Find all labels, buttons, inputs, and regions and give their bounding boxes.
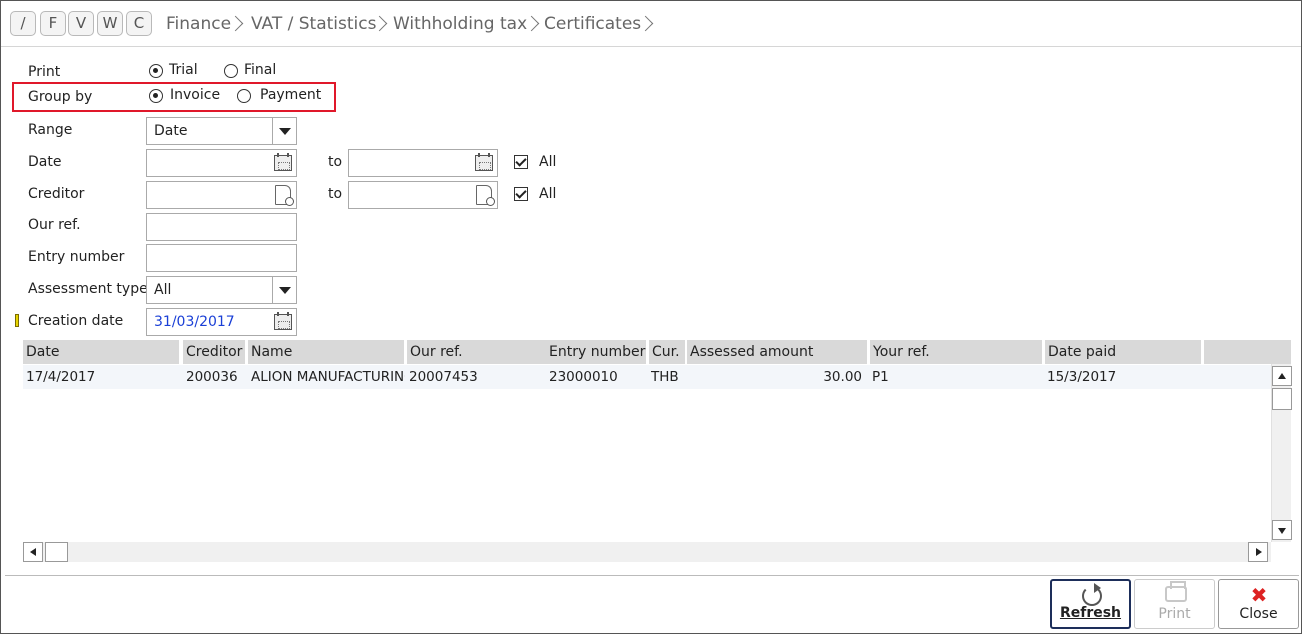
cell-date: 17/4/2017 [26,369,96,385]
top-bar: / F V W C Finance VAT / Statistics Withh… [1,1,1301,47]
print-final-label[interactable]: Final [244,62,276,78]
footer-divider [5,575,1299,576]
date-label: Date [28,154,62,170]
calendar-icon[interactable] [475,153,493,171]
scroll-right-icon[interactable] [1248,542,1268,562]
column-header-assessed-amount[interactable]: Assessed amount [687,340,867,364]
breadcrumb-vat-statistics[interactable]: VAT / Statistics [251,13,376,35]
window: / F V W C Finance VAT / Statistics Withh… [0,0,1302,634]
groupby-payment-label[interactable]: Payment [260,87,321,103]
print-trial-label[interactable]: Trial [169,62,198,78]
nav-button-c[interactable]: C [126,11,152,36]
dropdown-arrow-icon[interactable] [272,118,296,144]
column-header-entrynumber[interactable]: Entry number [546,340,646,364]
print-button[interactable]: Print [1134,579,1215,629]
ourref-label: Our ref. [28,217,81,233]
groupby-invoice-label[interactable]: Invoice [170,87,220,103]
assessment-select[interactable]: All [146,276,297,304]
chevron-right-icon [640,13,650,35]
print-trial-radio[interactable] [149,64,163,78]
column-header-ourref[interactable]: Our ref. [407,340,546,364]
nav-button-w[interactable]: W [97,11,123,36]
print-label: Print [1158,606,1191,622]
cell-name: ALION MANUFACTURING [251,369,405,385]
printer-icon [1165,581,1187,602]
date-all-checkbox[interactable] [514,155,528,169]
entrynumber-label: Entry number [28,249,125,265]
scroll-thumb[interactable] [45,542,68,562]
lookup-icon[interactable] [275,185,294,206]
chevron-right-icon [230,13,240,35]
refresh-label: Refresh [1059,605,1122,621]
column-header-creditor[interactable]: Creditor [183,340,245,364]
creditor-to-label: to [328,186,343,202]
assessment-value: All [154,282,172,298]
cell-yourref: P1 [872,369,889,385]
groupby-label: Group by [28,89,93,105]
range-label: Range [28,122,73,138]
results-table: Date Creditor Name Our ref. Entry number… [23,340,1292,564]
cell-entrynumber: 23000010 [549,369,618,385]
creation-label: Creation date [28,313,124,329]
creditor-label: Creditor [28,186,85,202]
range-select[interactable]: Date [146,117,297,145]
creditor-from-input[interactable] [146,181,297,209]
refresh-icon [1082,583,1102,606]
close-button[interactable]: ✖ Close [1218,579,1299,629]
date-to-input[interactable] [348,149,498,177]
column-header-extra [1204,340,1291,364]
print-label: Print [28,64,61,80]
calendar-icon[interactable] [274,312,292,330]
breadcrumb-finance[interactable]: Finance [166,13,231,35]
cell-creditor: 200036 [186,369,238,385]
creditor-all-label[interactable]: All [539,186,556,202]
column-header-date[interactable]: Date [23,340,179,364]
nav-button-v[interactable]: V [68,11,94,36]
scroll-up-icon[interactable] [1272,366,1292,386]
dropdown-arrow-icon[interactable] [272,277,296,303]
print-final-radio[interactable] [224,64,238,78]
nav-button-f[interactable]: F [40,11,66,36]
date-from-input[interactable] [146,149,297,177]
breadcrumb-certificates[interactable]: Certificates [544,13,641,35]
horizontal-scrollbar[interactable] [23,542,1271,562]
cell-currency: THB [651,369,679,385]
creditor-to-input[interactable] [348,181,498,209]
required-marker-icon [15,314,19,327]
cell-datepaid: 15/3/2017 [1047,369,1117,385]
ourref-input[interactable] [146,213,297,241]
close-label: Close [1239,606,1278,622]
date-to-label: to [328,154,343,170]
creation-date-input[interactable]: 31/03/2017 [146,308,297,336]
breadcrumb-withholding-tax[interactable]: Withholding tax [393,13,527,35]
refresh-button[interactable]: Refresh [1050,579,1131,629]
scroll-down-icon[interactable] [1272,520,1292,540]
lookup-icon[interactable] [476,185,495,206]
scroll-left-icon[interactable] [23,542,43,562]
range-value: Date [154,123,188,139]
cell-ourref: 20007453 [409,369,478,385]
groupby-invoice-radio[interactable] [149,89,163,103]
vertical-scrollbar[interactable] [1271,364,1292,542]
column-header-name[interactable]: Name [248,340,404,364]
assessment-label: Assessment type [28,281,148,297]
column-header-yourref[interactable]: Your ref. [870,340,1042,364]
creation-date-value: 31/03/2017 [154,314,235,330]
chevron-right-icon [374,13,384,35]
scroll-thumb[interactable] [1272,388,1292,410]
groupby-payment-radio[interactable] [237,89,251,103]
entrynumber-input[interactable] [146,244,297,272]
cell-assessed-amount: 30.00 [823,369,862,385]
date-all-label[interactable]: All [539,154,556,170]
creditor-all-checkbox[interactable] [514,187,528,201]
nav-button-slash[interactable]: / [10,11,36,36]
column-header-datepaid[interactable]: Date paid [1045,340,1201,364]
chevron-right-icon [526,13,536,35]
column-header-currency[interactable]: Cur. [649,340,685,364]
close-icon: ✖ [1250,583,1268,607]
calendar-icon[interactable] [274,153,292,171]
